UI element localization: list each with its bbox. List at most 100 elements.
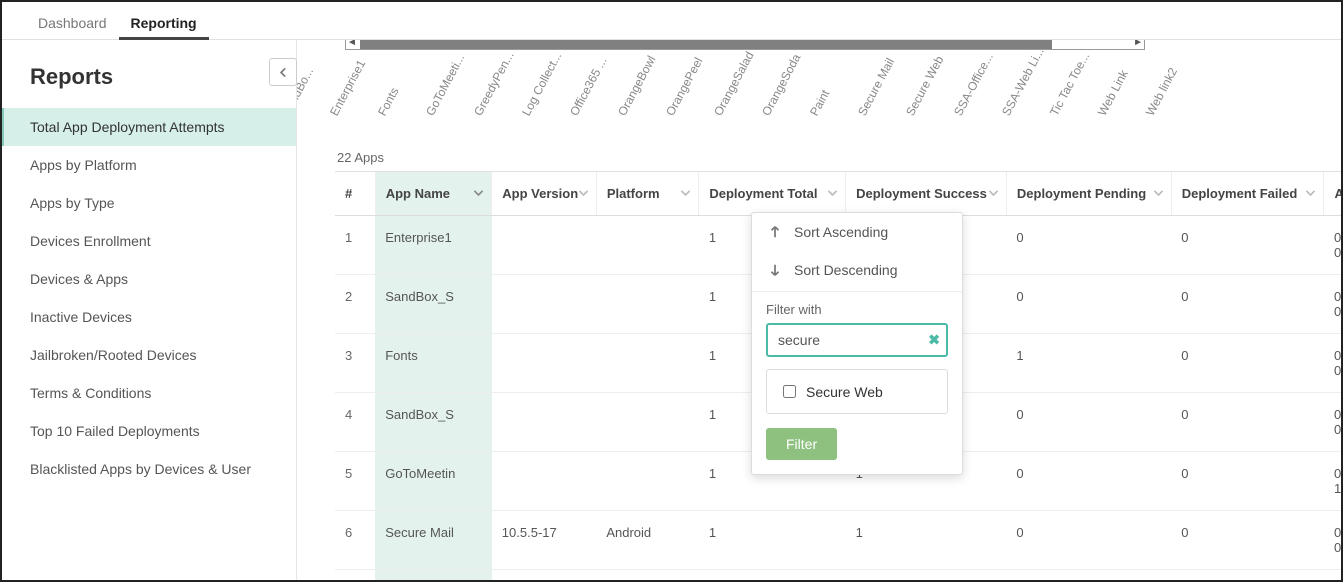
sidebar-item[interactable]: Jailbroken/Rooted Devices <box>2 336 296 374</box>
chart-axis-label: Secure Web <box>903 69 938 118</box>
sidebar-item[interactable]: Terms & Conditions <box>2 374 296 412</box>
cell-available: 03.10.201 09:10:10 <box>1324 216 1341 275</box>
chart-axis-label: SandBo... <box>297 69 314 118</box>
cell-deployment-failed: 0 <box>1171 393 1324 452</box>
chart-axis-label: Office365 ... <box>567 69 602 118</box>
cell-available: 03.10.201 08:38:40 <box>1324 393 1341 452</box>
chevron-down-icon[interactable] <box>1304 186 1317 202</box>
cell-deployment-failed: 0 <box>1171 334 1324 393</box>
chart-axis-label: Paint <box>807 69 842 118</box>
cell-available: 03.10.201 12:34:35 <box>1324 452 1341 511</box>
sort-descending-option[interactable]: Sort Descending <box>752 251 962 289</box>
cell-app-name: Fonts <box>375 334 492 393</box>
filter-button[interactable]: Filter <box>766 428 837 460</box>
cell-available: 03.10.201 08:38:40 <box>1324 275 1341 334</box>
cell-deployment-pending: 0 <box>1006 393 1171 452</box>
chart-axis-label: OrangePeel <box>663 69 698 118</box>
chart-axis-label: Web Link <box>1095 69 1130 118</box>
sidebar-item[interactable]: Blacklisted Apps by Devices & User <box>2 450 296 488</box>
col-deployment-total-label: Deployment Total <box>709 186 817 201</box>
col-deployment-pending-label: Deployment Pending <box>1017 186 1146 201</box>
filter-option-checkbox[interactable] <box>783 385 796 398</box>
sidebar-item[interactable]: Apps by Platform <box>2 146 296 184</box>
chevron-down-icon[interactable] <box>577 186 590 202</box>
cell-deployment-total: 1 <box>699 570 846 581</box>
col-deployment-success[interactable]: Deployment Success <box>846 172 1007 216</box>
tab-dashboard[interactable]: Dashboard <box>26 5 119 39</box>
col-deployment-success-label: Deployment Success <box>856 186 987 201</box>
col-app-version[interactable]: App Version <box>492 172 597 216</box>
arrow-down-icon <box>766 261 784 279</box>
col-available[interactable]: Available <box>1324 172 1341 216</box>
sidebar-item[interactable]: Total App Deployment Attempts <box>2 108 296 146</box>
cell-deployment-failed: 0 <box>1171 511 1324 570</box>
cell-app-name: Enterprise1 <box>375 216 492 275</box>
cell-number: 2 <box>335 275 375 334</box>
chart-axis-label: GreedyPen... <box>471 69 506 118</box>
chart-axis-label: Web link2 <box>1143 69 1178 118</box>
sidebar-item[interactable]: Top 10 Failed Deployments <box>2 412 296 450</box>
col-deployment-failed-label: Deployment Failed <box>1182 186 1298 201</box>
cell-app-version <box>492 393 597 452</box>
col-deployment-total[interactable]: Deployment Total <box>699 172 846 216</box>
col-platform-label: Platform <box>607 186 660 201</box>
cell-deployment-failed: 0 <box>1171 216 1324 275</box>
sidebar-item[interactable]: Devices & Apps <box>2 260 296 298</box>
sort-ascending-option[interactable]: Sort Ascending <box>752 213 962 251</box>
cell-platform <box>596 275 699 334</box>
chart-axis-label: OrangeSoda <box>759 69 794 118</box>
cell-platform <box>596 393 699 452</box>
chart-axis-label: OrangeSalad <box>711 69 746 118</box>
chevron-down-icon[interactable] <box>472 186 485 202</box>
cell-platform: Windows Mobile <box>596 570 699 581</box>
clear-input-icon[interactable]: ✖ <box>928 332 940 349</box>
sidebar-item[interactable]: Apps by Type <box>2 184 296 222</box>
col-deployment-failed[interactable]: Deployment Failed <box>1171 172 1324 216</box>
sidebar-collapse-button[interactable] <box>269 58 297 86</box>
chart-axis-label: Tic Tac Toe... <box>1047 69 1082 118</box>
cell-platform <box>596 216 699 275</box>
cell-deployment-pending: 0 <box>1006 511 1171 570</box>
cell-app-name: SandBox_S <box>375 275 492 334</box>
chart-axis-label: Enterprise1 <box>327 69 362 118</box>
chevron-down-icon[interactable] <box>679 186 692 202</box>
cell-app-version <box>492 570 597 581</box>
cell-app-version <box>492 334 597 393</box>
chevron-down-icon[interactable] <box>1152 186 1165 202</box>
cell-deployment-failed: 0 <box>1171 570 1324 581</box>
cell-number: 3 <box>335 334 375 393</box>
chart-axis-label: SSA-Web Li... <box>999 69 1034 118</box>
apps-count: 22 Apps <box>337 150 1341 165</box>
sort-ascending-label: Sort Ascending <box>794 224 888 240</box>
cell-number: 5 <box>335 452 375 511</box>
col-number-label: # <box>345 186 352 201</box>
cell-platform <box>596 334 699 393</box>
table-row[interactable]: 7GreedyPenguinsWindows Mobile110003.10.2… <box>335 570 1341 581</box>
col-number[interactable]: # <box>335 172 375 216</box>
cell-platform <box>596 452 699 511</box>
cell-app-version <box>492 216 597 275</box>
cell-app-version: 10.5.5-17 <box>492 511 597 570</box>
chevron-down-icon[interactable] <box>987 186 1000 202</box>
filter-option-secure-web[interactable]: Secure Web <box>766 369 948 414</box>
table-row[interactable]: 6Secure Mail10.5.5-17Android110003.10.20… <box>335 511 1341 570</box>
chart-axis-label: Log Collect... <box>519 69 554 118</box>
filter-input[interactable] <box>766 323 948 357</box>
cell-app-version <box>492 452 597 511</box>
cell-number: 6 <box>335 511 375 570</box>
chevron-left-icon <box>277 66 290 79</box>
tab-reporting[interactable]: Reporting <box>119 5 209 39</box>
cell-app-name: Secure Mail <box>375 511 492 570</box>
chart-axis-label: SSA-Office... <box>951 69 986 118</box>
col-platform[interactable]: Platform <box>596 172 699 216</box>
cell-app-name: SandBox_S <box>375 393 492 452</box>
cell-number: 4 <box>335 393 375 452</box>
sidebar-item[interactable]: Devices Enrollment <box>2 222 296 260</box>
sidebar-item[interactable]: Inactive Devices <box>2 298 296 336</box>
col-deployment-pending[interactable]: Deployment Pending <box>1006 172 1171 216</box>
cell-platform: Android <box>596 511 699 570</box>
col-app-name[interactable]: App Name <box>375 172 492 216</box>
chevron-down-icon[interactable] <box>826 186 839 202</box>
cell-deployment-success: 1 <box>846 511 1007 570</box>
cell-deployment-failed: 0 <box>1171 452 1324 511</box>
